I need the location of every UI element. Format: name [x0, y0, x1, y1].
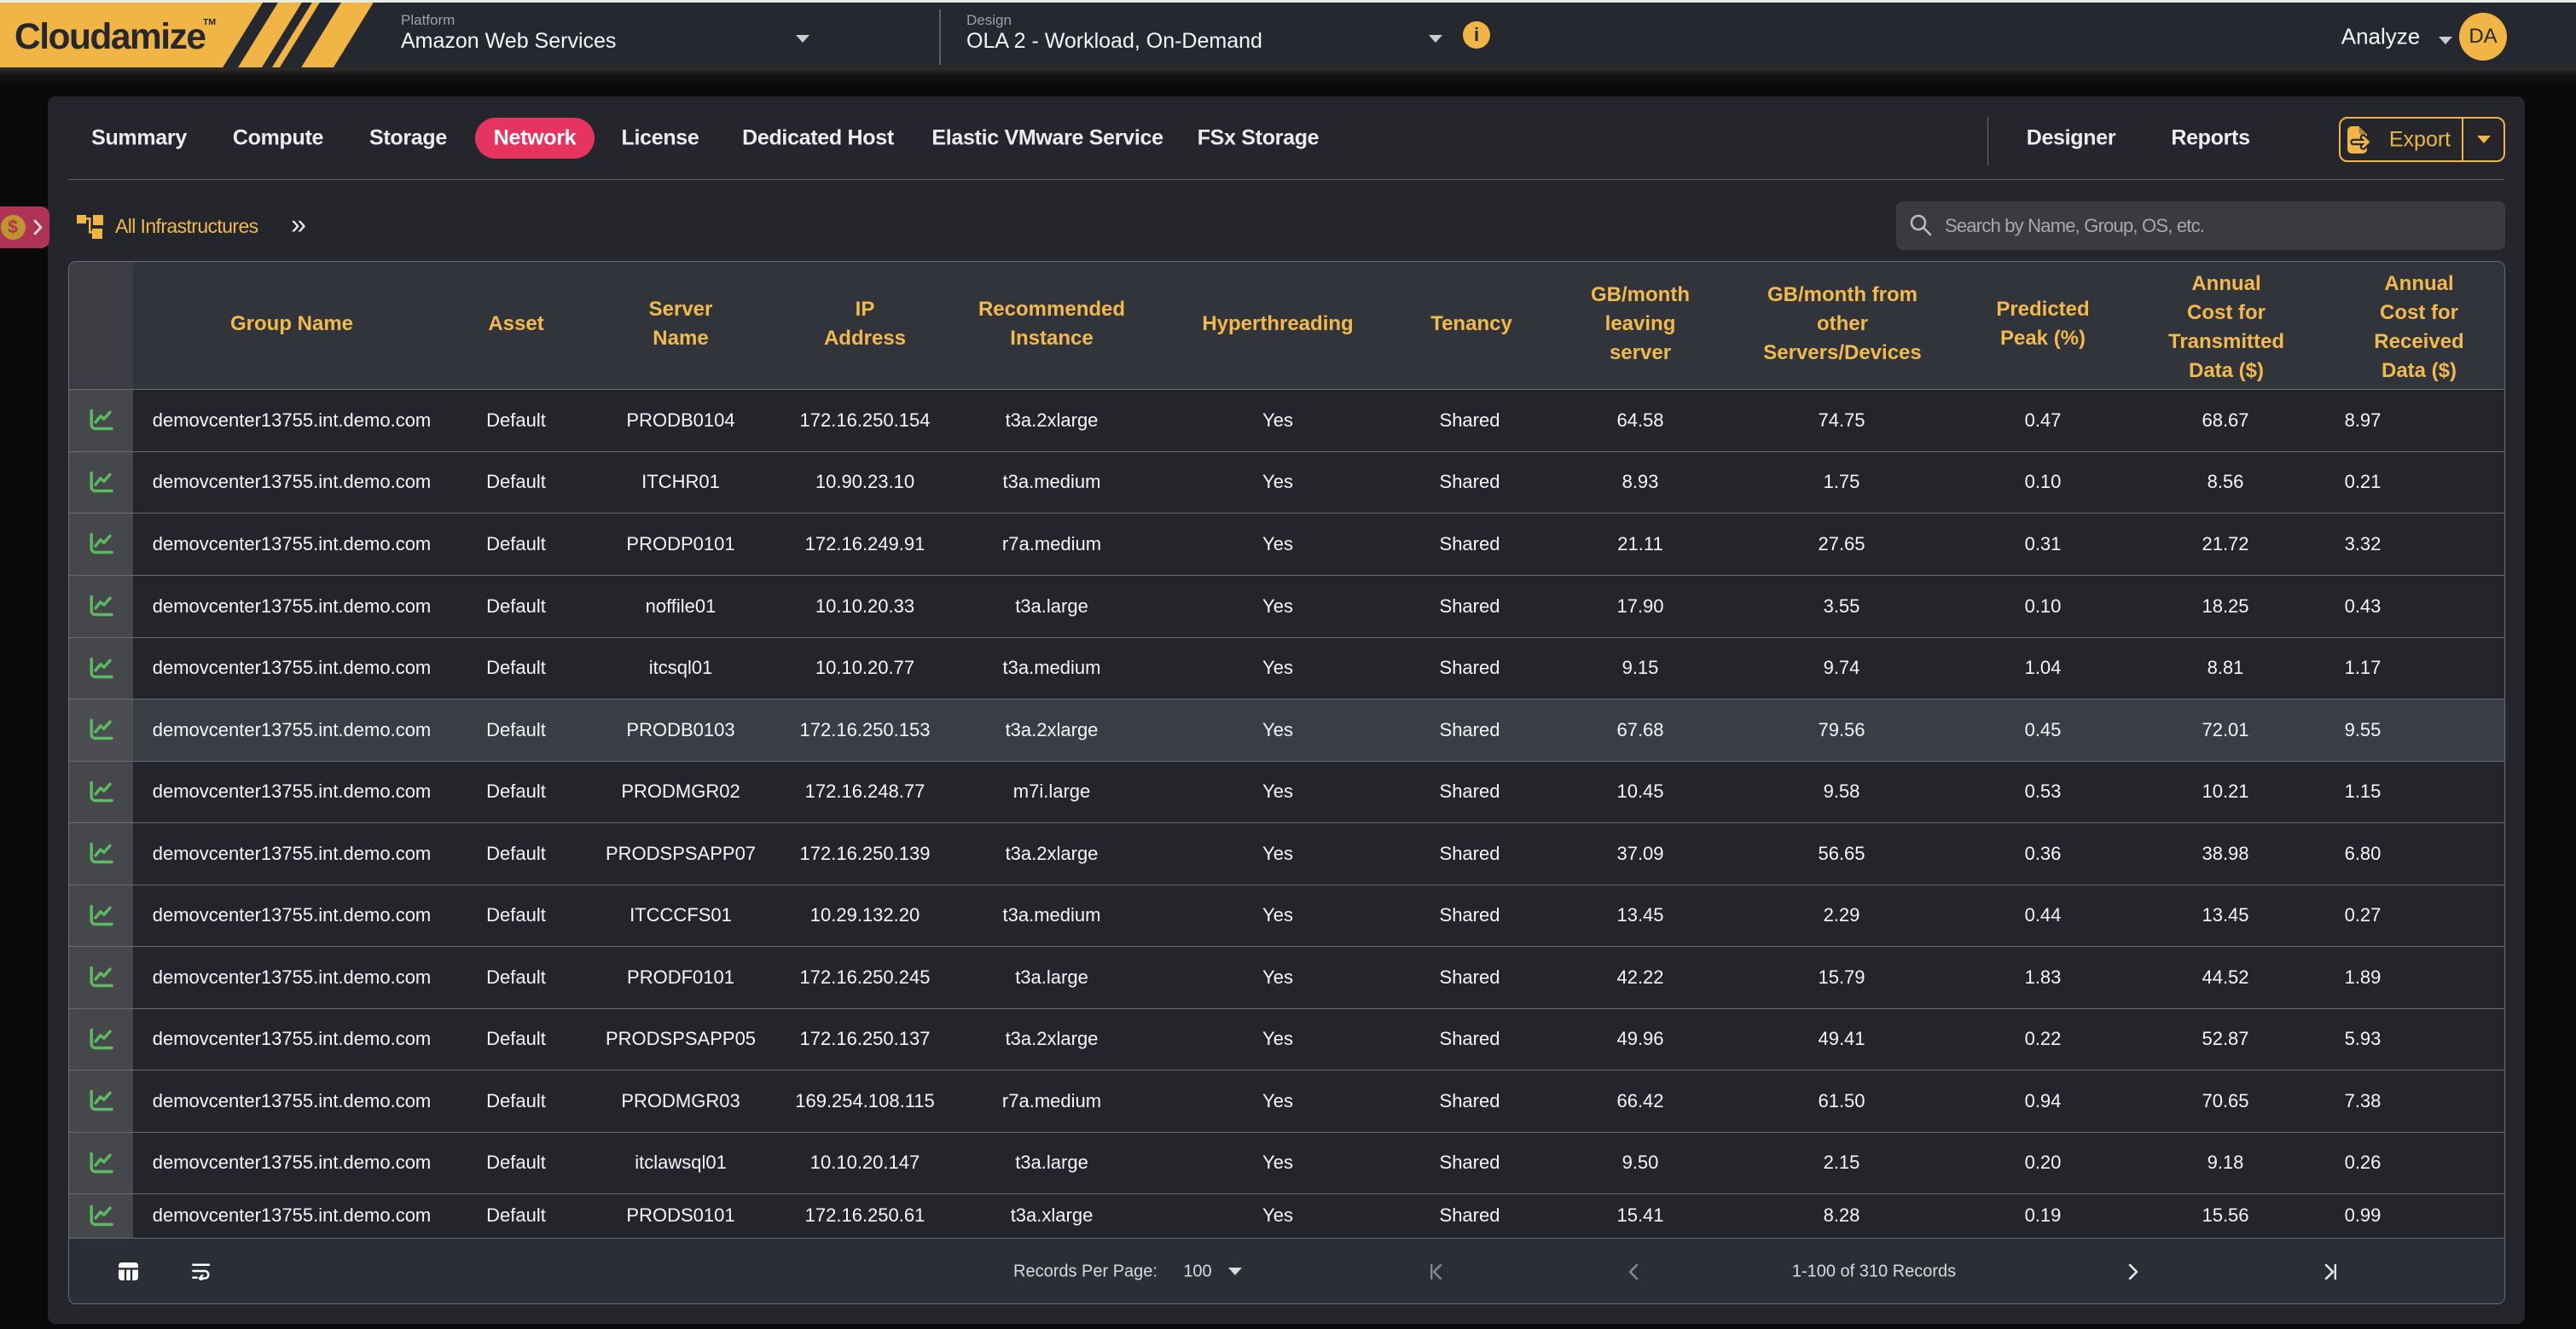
svg-text:TM: TM	[203, 17, 216, 27]
svg-text:Cloudamize: Cloudamize	[15, 17, 206, 57]
